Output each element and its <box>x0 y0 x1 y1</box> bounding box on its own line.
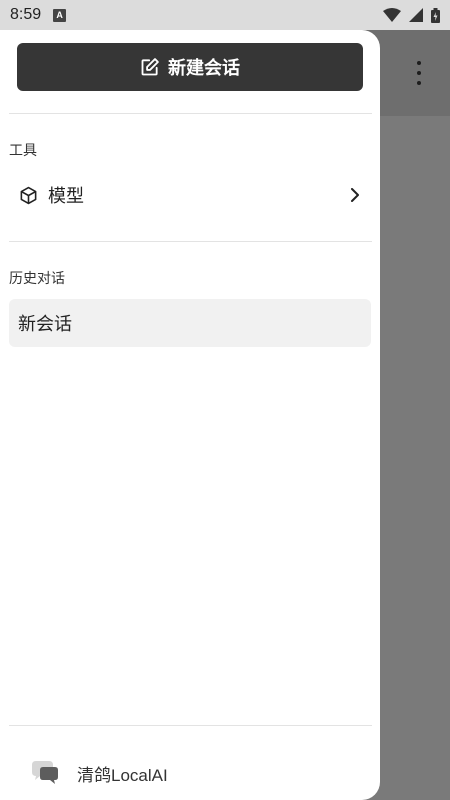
history-item[interactable]: 新会话 <box>9 299 371 347</box>
wifi-icon <box>383 8 401 22</box>
cellular-signal-icon <box>409 8 423 22</box>
status-time: 8:59 <box>10 6 42 23</box>
app-logo-icon <box>32 761 58 784</box>
battery-icon <box>431 7 440 23</box>
new-chat-button[interactable]: 新建会话 <box>17 43 363 91</box>
tools-item-model[interactable]: 模型 <box>9 173 371 217</box>
app-footer[interactable]: 清鸽LocalAI <box>9 746 371 800</box>
new-chat-label: 新建会话 <box>168 58 240 79</box>
navigation-drawer: 新建会话 工具 模型 历史对话 新会话 清鸽LocalAI <box>0 30 380 800</box>
tools-item-label: 模型 <box>48 186 84 207</box>
status-bar: 8:59 A <box>0 0 450 30</box>
app-name: 清鸽LocalAI <box>77 765 168 785</box>
divider <box>9 113 372 114</box>
cube-icon <box>20 186 37 204</box>
status-icons <box>383 7 440 23</box>
edit-icon <box>141 58 159 76</box>
notification-icon: A <box>53 8 67 22</box>
divider <box>9 241 372 242</box>
more-options-icon[interactable] <box>414 61 424 85</box>
tools-section-label: 工具 <box>9 143 37 159</box>
divider <box>9 725 372 726</box>
chevron-right-icon <box>351 188 359 202</box>
history-section-label: 历史对话 <box>9 271 65 287</box>
